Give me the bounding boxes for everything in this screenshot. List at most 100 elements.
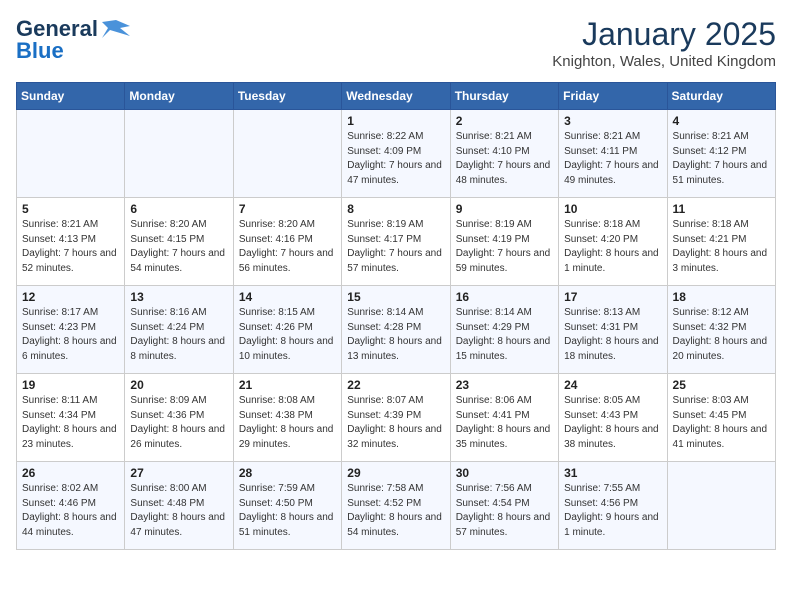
day-info: Sunrise: 8:07 AM Sunset: 4:39 PM Dayligh… bbox=[347, 394, 444, 452]
day-info: Sunrise: 8:02 AM Sunset: 4:46 PM Dayligh… bbox=[22, 482, 119, 540]
day-info: Sunrise: 8:21 AM Sunset: 4:11 PM Dayligh… bbox=[564, 130, 661, 188]
day-number: 10 bbox=[564, 202, 661, 216]
day-number: 22 bbox=[347, 378, 444, 392]
day-number: 27 bbox=[130, 466, 227, 480]
calendar-cell: 11Sunrise: 8:18 AM Sunset: 4:21 PM Dayli… bbox=[667, 198, 775, 286]
day-number: 14 bbox=[239, 290, 336, 304]
day-info: Sunrise: 8:21 AM Sunset: 4:13 PM Dayligh… bbox=[22, 218, 119, 276]
day-info: Sunrise: 7:58 AM Sunset: 4:52 PM Dayligh… bbox=[347, 482, 444, 540]
calendar-cell: 23 Sunrise: 8:06 AM Sunset: 4:41 PM Dayli… bbox=[450, 374, 558, 462]
day-number: 9 bbox=[456, 202, 553, 216]
calendar-cell: 26 Sunrise: 8:02 AM Sunset: 4:46 PM Dayli… bbox=[17, 462, 125, 550]
day-info: Sunrise: 8:17 AM Sunset: 4:23 PM Dayligh… bbox=[22, 306, 119, 364]
day-info: Sunrise: 8:15 AM Sunset: 4:26 PM Dayligh… bbox=[239, 306, 336, 364]
calendar-cell bbox=[667, 462, 775, 550]
day-info: Sunrise: 7:59 AM Sunset: 4:50 PM Dayligh… bbox=[239, 482, 336, 540]
calendar-cell: 2 Sunrise: 8:21 AM Sunset: 4:10 PM Daylig… bbox=[450, 110, 558, 198]
day-number: 21 bbox=[239, 378, 336, 392]
calendar-cell: 30 Sunrise: 7:56 AM Sunset: 4:54 PM Dayli… bbox=[450, 462, 558, 550]
calendar-week-row: 1 Sunrise: 8:22 AM Sunset: 4:09 PM Daylig… bbox=[17, 110, 776, 198]
calendar-cell: 12 Sunrise: 8:17 AM Sunset: 4:23 PM Dayli… bbox=[17, 286, 125, 374]
calendar-cell: 28 Sunrise: 7:59 AM Sunset: 4:50 PM Dayli… bbox=[233, 462, 341, 550]
day-info: Sunrise: 8:16 AM Sunset: 4:24 PM Dayligh… bbox=[130, 306, 227, 364]
logo-text-blue: Blue bbox=[16, 38, 64, 64]
day-info: Sunrise: 8:14 AM Sunset: 4:28 PM Dayligh… bbox=[347, 306, 444, 364]
calendar-cell bbox=[233, 110, 341, 198]
calendar-cell: 4 Sunrise: 8:21 AM Sunset: 4:12 PM Daylig… bbox=[667, 110, 775, 198]
calendar-cell: 8 Sunrise: 8:19 AM Sunset: 4:17 PM Daylig… bbox=[342, 198, 450, 286]
calendar-cell: 31Sunrise: 7:55 AM Sunset: 4:56 PM Dayli… bbox=[559, 462, 667, 550]
day-info: Sunrise: 8:18 AM Sunset: 4:20 PM Dayligh… bbox=[564, 218, 661, 276]
day-info: Sunrise: 8:19 AM Sunset: 4:17 PM Dayligh… bbox=[347, 218, 444, 276]
day-info: Sunrise: 8:03 AM Sunset: 4:45 PM Dayligh… bbox=[673, 394, 770, 452]
calendar-cell: 18 Sunrise: 8:12 AM Sunset: 4:32 PM Dayli… bbox=[667, 286, 775, 374]
day-number: 20 bbox=[130, 378, 227, 392]
day-number: 23 bbox=[456, 378, 553, 392]
day-info: Sunrise: 8:05 AM Sunset: 4:43 PM Dayligh… bbox=[564, 394, 661, 452]
col-header-monday: Monday bbox=[125, 83, 233, 110]
day-number: 12 bbox=[22, 290, 119, 304]
day-number: 4 bbox=[673, 114, 770, 128]
day-number: 13 bbox=[130, 290, 227, 304]
day-number: 25 bbox=[673, 378, 770, 392]
day-number: 5 bbox=[22, 202, 119, 216]
col-header-friday: Friday bbox=[559, 83, 667, 110]
calendar-cell: 6Sunrise: 8:20 AM Sunset: 4:15 PM Daylig… bbox=[125, 198, 233, 286]
col-header-thursday: Thursday bbox=[450, 83, 558, 110]
day-number: 15 bbox=[347, 290, 444, 304]
day-info: Sunrise: 8:20 AM Sunset: 4:15 PM Dayligh… bbox=[130, 218, 227, 276]
day-number: 11 bbox=[673, 202, 770, 216]
calendar-week-row: 12 Sunrise: 8:17 AM Sunset: 4:23 PM Dayli… bbox=[17, 286, 776, 374]
day-number: 16 bbox=[456, 290, 553, 304]
logo-bird-icon bbox=[102, 18, 130, 40]
day-number: 7 bbox=[239, 202, 336, 216]
day-info: Sunrise: 8:12 AM Sunset: 4:32 PM Dayligh… bbox=[673, 306, 770, 364]
logo: General Blue bbox=[16, 16, 130, 64]
calendar-week-row: 26 Sunrise: 8:02 AM Sunset: 4:46 PM Dayli… bbox=[17, 462, 776, 550]
calendar-cell bbox=[125, 110, 233, 198]
day-info: Sunrise: 8:09 AM Sunset: 4:36 PM Dayligh… bbox=[130, 394, 227, 452]
calendar-cell: 17 Sunrise: 8:13 AM Sunset: 4:31 PM Dayli… bbox=[559, 286, 667, 374]
day-info: Sunrise: 8:21 AM Sunset: 4:10 PM Dayligh… bbox=[456, 130, 553, 188]
day-number: 8 bbox=[347, 202, 444, 216]
day-number: 31 bbox=[564, 466, 661, 480]
calendar-cell: 10 Sunrise: 8:18 AM Sunset: 4:20 PM Dayli… bbox=[559, 198, 667, 286]
col-header-wednesday: Wednesday bbox=[342, 83, 450, 110]
day-info: Sunrise: 8:19 AM Sunset: 4:19 PM Dayligh… bbox=[456, 218, 553, 276]
day-number: 30 bbox=[456, 466, 553, 480]
col-header-sunday: Sunday bbox=[17, 83, 125, 110]
calendar-cell bbox=[17, 110, 125, 198]
day-info: Sunrise: 7:56 AM Sunset: 4:54 PM Dayligh… bbox=[456, 482, 553, 540]
day-info: Sunrise: 8:13 AM Sunset: 4:31 PM Dayligh… bbox=[564, 306, 661, 364]
calendar-cell: 27 Sunrise: 8:00 AM Sunset: 4:48 PM Dayli… bbox=[125, 462, 233, 550]
day-number: 2 bbox=[456, 114, 553, 128]
calendar-cell: 16 Sunrise: 8:14 AM Sunset: 4:29 PM Dayli… bbox=[450, 286, 558, 374]
day-number: 18 bbox=[673, 290, 770, 304]
calendar-title-block: January 2025 Knighton, Wales, United Kin… bbox=[552, 16, 776, 70]
day-info: Sunrise: 8:14 AM Sunset: 4:29 PM Dayligh… bbox=[456, 306, 553, 364]
day-info: Sunrise: 8:11 AM Sunset: 4:34 PM Dayligh… bbox=[22, 394, 119, 452]
day-number: 28 bbox=[239, 466, 336, 480]
calendar-cell: 1 Sunrise: 8:22 AM Sunset: 4:09 PM Daylig… bbox=[342, 110, 450, 198]
calendar-cell: 5 Sunrise: 8:21 AM Sunset: 4:13 PM Daylig… bbox=[17, 198, 125, 286]
day-number: 26 bbox=[22, 466, 119, 480]
calendar-header-row: SundayMondayTuesdayWednesdayThursdayFrid… bbox=[17, 83, 776, 110]
day-info: Sunrise: 8:22 AM Sunset: 4:09 PM Dayligh… bbox=[347, 130, 444, 188]
calendar-cell: 14 Sunrise: 8:15 AM Sunset: 4:26 PM Dayli… bbox=[233, 286, 341, 374]
calendar-cell: 24 Sunrise: 8:05 AM Sunset: 4:43 PM Dayli… bbox=[559, 374, 667, 462]
day-number: 24 bbox=[564, 378, 661, 392]
day-info: Sunrise: 8:00 AM Sunset: 4:48 PM Dayligh… bbox=[130, 482, 227, 540]
calendar-cell: 13 Sunrise: 8:16 AM Sunset: 4:24 PM Dayli… bbox=[125, 286, 233, 374]
calendar-subtitle: Knighton, Wales, United Kingdom bbox=[552, 53, 776, 70]
calendar-cell: 3Sunrise: 8:21 AM Sunset: 4:11 PM Daylig… bbox=[559, 110, 667, 198]
day-info: Sunrise: 8:06 AM Sunset: 4:41 PM Dayligh… bbox=[456, 394, 553, 452]
col-header-saturday: Saturday bbox=[667, 83, 775, 110]
day-number: 17 bbox=[564, 290, 661, 304]
day-info: Sunrise: 8:20 AM Sunset: 4:16 PM Dayligh… bbox=[239, 218, 336, 276]
calendar-cell: 7 Sunrise: 8:20 AM Sunset: 4:16 PM Daylig… bbox=[233, 198, 341, 286]
day-number: 1 bbox=[347, 114, 444, 128]
calendar-cell: 22 Sunrise: 8:07 AM Sunset: 4:39 PM Dayli… bbox=[342, 374, 450, 462]
calendar-title: January 2025 bbox=[552, 16, 776, 53]
day-info: Sunrise: 8:21 AM Sunset: 4:12 PM Dayligh… bbox=[673, 130, 770, 188]
calendar-cell: 25 Sunrise: 8:03 AM Sunset: 4:45 PM Dayli… bbox=[667, 374, 775, 462]
